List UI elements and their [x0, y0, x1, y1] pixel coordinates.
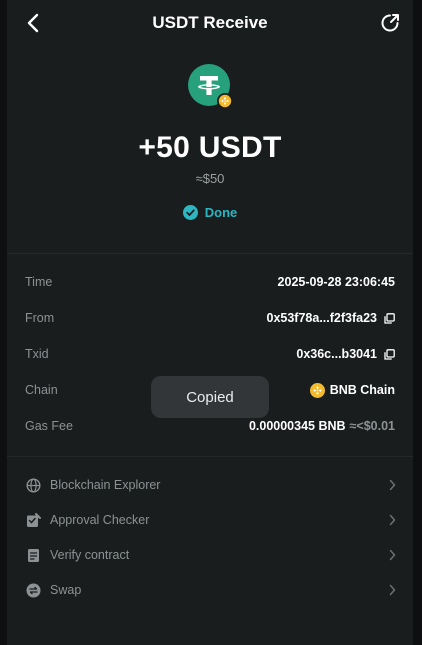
approval-checker-icon [25, 512, 41, 528]
menu-label: Swap [50, 583, 82, 597]
menu-item-verify-contract[interactable]: Verify contract [25, 543, 397, 567]
txid-hash: 0x36c...b3041 [296, 347, 377, 361]
menu-label: Blockchain Explorer [50, 478, 161, 492]
copy-icon [384, 348, 395, 360]
external-link-icon [381, 14, 399, 32]
menu-item-blockchain-explorer[interactable]: Blockchain Explorer [25, 473, 397, 497]
detail-row-from: From 0x53f78a...f2f3fa23 [25, 308, 395, 328]
share-button[interactable] [379, 12, 401, 34]
chevron-right-icon [387, 479, 397, 491]
from-address: 0x53f78a...f2f3fa23 [266, 311, 378, 325]
menu-item-swap[interactable]: Swap [25, 578, 397, 602]
chevron-right-icon [387, 549, 397, 561]
amount: +50 USDT [138, 131, 282, 164]
check-circle-icon [182, 205, 198, 220]
usdt-token-icon [188, 64, 233, 109]
gas-fee-label: Gas Fee [25, 419, 73, 433]
header: USDT Receive [7, 0, 413, 46]
swap-icon [25, 582, 41, 598]
menu-label: Approval Checker [50, 513, 150, 527]
txid-value-group: 0x36c...b3041 [296, 347, 395, 361]
chain-label: Chain [25, 383, 58, 397]
bnb-badge-icon [217, 93, 233, 109]
page-title: USDT Receive [152, 13, 268, 32]
copy-txid-button[interactable] [384, 348, 395, 360]
globe-icon [25, 477, 41, 493]
time-value: 2025-09-28 23:06:45 [277, 275, 395, 289]
transaction-detail-screen: USDT Receive +50 USDT ≈$50 Done Time 202… [7, 0, 413, 645]
status-label: Done [204, 205, 238, 220]
from-label: From [25, 311, 55, 325]
chain-name: BNB Chain [329, 383, 395, 397]
chain-value-group: BNB Chain [309, 382, 395, 398]
divider [7, 253, 413, 254]
bnb-chain-icon [309, 382, 325, 398]
gas-fee-amount: 0.00000345 BNB [248, 419, 346, 433]
chevron-right-icon [387, 584, 397, 596]
gas-fee-value-group: 0.00000345 BNB ≈<$0.01 [249, 419, 395, 433]
menu-label: Verify contract [50, 548, 130, 562]
copy-from-button[interactable] [384, 312, 395, 324]
detail-row-gas-fee: Gas Fee 0.00000345 BNB ≈<$0.01 [25, 416, 395, 436]
copied-toast: Copied [151, 376, 269, 418]
divider [7, 456, 413, 457]
verify-contract-icon [25, 547, 41, 563]
status-badge: Done [7, 205, 413, 220]
menu-item-approval-checker[interactable]: Approval Checker [25, 508, 397, 532]
detail-row-time: Time 2025-09-28 23:06:45 [25, 272, 395, 292]
detail-row-txid: Txid 0x36c...b3041 [25, 344, 395, 364]
chevron-right-icon [387, 514, 397, 526]
fiat-value: ≈$50 [195, 171, 225, 186]
time-label: Time [25, 275, 53, 289]
txid-label: Txid [25, 347, 49, 361]
gas-fee-usd: ≈<$0.01 [349, 419, 395, 433]
copy-icon [384, 312, 395, 324]
from-value-group: 0x53f78a...f2f3fa23 [267, 311, 396, 325]
